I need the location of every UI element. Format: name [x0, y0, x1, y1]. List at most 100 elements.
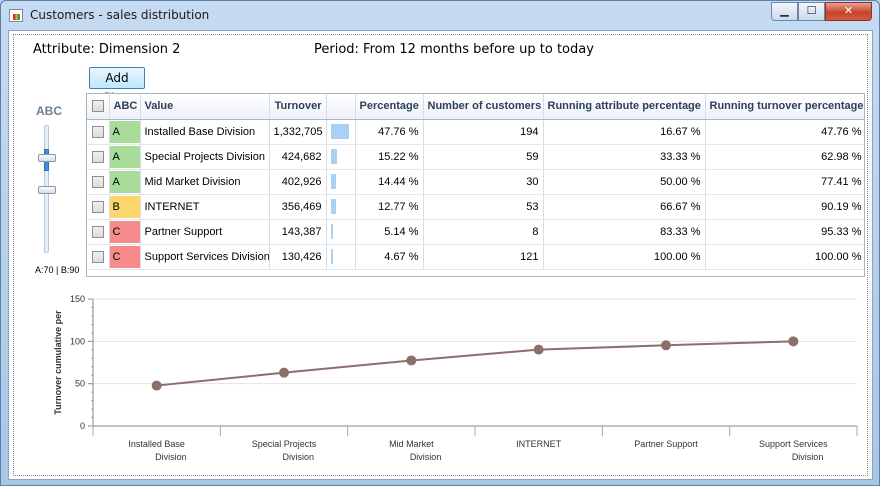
column-header-running-attribute[interactable]: Running attribute percentage	[543, 94, 706, 120]
row-checkbox[interactable]	[91, 175, 104, 188]
row-checkbox[interactable]	[91, 150, 104, 163]
row-select-cell[interactable]	[87, 144, 110, 170]
percentage-cell: 14.44 %	[355, 169, 424, 195]
data-point	[279, 367, 289, 378]
row-checkbox[interactable]	[91, 250, 104, 263]
column-header-value[interactable]: Value	[140, 94, 270, 120]
abc-class-badge: A	[109, 170, 139, 193]
abc-class-badge: B	[109, 195, 139, 218]
row-select-cell[interactable]	[87, 119, 110, 145]
abc-slider-thumb-b[interactable]	[38, 154, 56, 162]
running-attribute-cell: 33.33 %	[543, 144, 706, 170]
percentage-cell: 47.76 %	[355, 119, 424, 145]
app-icon	[9, 9, 23, 22]
running-turnover-cell: 77.41 %	[705, 169, 864, 195]
value-cell: INTERNET	[140, 194, 270, 220]
chart-svg: 0 50 100 150 Installed Base Division Special P…	[53, 294, 858, 462]
abc-slider-readout: A:70 | B:90	[35, 265, 80, 275]
running-attribute-cell: 50.00 %	[543, 169, 706, 195]
x-tick-label: Installed Base	[128, 439, 185, 449]
series-line	[156, 340, 794, 387]
table-row[interactable]: A Mid Market Division 402,926 14.44 % 30 50.0…	[87, 169, 864, 195]
row-select-cell[interactable]	[87, 169, 110, 195]
column-header-customers[interactable]: Number of customers	[423, 94, 544, 120]
turnover-bar	[330, 149, 337, 164]
data-point	[788, 336, 799, 347]
running-turnover-cell: 100.00 %	[705, 244, 864, 270]
x-tick-label: Division	[410, 452, 442, 462]
cumulative-turnover-chart: 0 50 100 150 Installed Base Division Special P…	[49, 289, 869, 469]
add-filter-button[interactable]: Add filter	[89, 67, 145, 105]
running-turnover-cell: 47.76 %	[705, 119, 864, 145]
table-row[interactable]: B INTERNET 356,469 12.77 % 53 66.67 % 90.19 %	[87, 194, 864, 220]
distribution-table: ABC Value Turnover Percentage Number of …	[86, 93, 865, 277]
turnover-cell: 402,926	[269, 169, 327, 195]
title-bar[interactable]: Customers - sales distribution ▁ ☐ ✕	[1, 1, 879, 29]
table-row[interactable]: A Special Projects Division 424,682 15.22 %…	[87, 144, 864, 170]
turnover-bar	[330, 174, 336, 189]
x-tick-label: INTERNET	[516, 439, 562, 449]
column-header-bar[interactable]	[326, 94, 356, 120]
column-header-abc[interactable]: ABC	[109, 94, 141, 120]
value-cell: Partner Support	[140, 219, 270, 245]
x-tick-label: Division	[282, 452, 314, 462]
turnover-bar	[330, 249, 333, 264]
turnover-bar-cell	[326, 119, 356, 145]
column-header-running-turnover[interactable]: Running turnover percentage	[705, 94, 864, 120]
value-cell: Support Services Division	[140, 244, 270, 270]
customers-cell: 59	[423, 144, 544, 170]
select-all-header[interactable]	[87, 94, 110, 120]
running-attribute-cell: 66.67 %	[543, 194, 706, 220]
customers-cell: 194	[423, 119, 544, 145]
turnover-bar-cell	[326, 169, 356, 195]
percentage-cell: 12.77 %	[355, 194, 424, 220]
abc-class-badge: C	[109, 220, 139, 243]
abc-slider-thumb-a[interactable]	[38, 186, 56, 194]
table-row[interactable]: C Partner Support 143,387 5.14 % 8 83.33 % 95.…	[87, 219, 864, 245]
x-tick-label: Division	[792, 452, 824, 462]
row-select-cell[interactable]	[87, 244, 110, 270]
row-select-cell[interactable]	[87, 194, 110, 220]
abc-class-badge: A	[109, 145, 139, 168]
row-checkbox[interactable]	[91, 225, 104, 238]
data-point	[533, 344, 544, 355]
row-checkbox[interactable]	[91, 125, 104, 138]
column-header-percentage[interactable]: Percentage	[355, 94, 424, 120]
running-turnover-cell: 95.33 %	[705, 219, 864, 245]
customers-cell: 121	[423, 244, 544, 270]
abc-class-cell: B	[109, 194, 141, 220]
value-cell: Mid Market Division	[140, 169, 270, 195]
running-turnover-cell: 62.98 %	[705, 144, 864, 170]
table-row[interactable]: A Installed Base Division 1,332,705 47.76 %…	[87, 119, 864, 145]
select-all-checkbox[interactable]	[91, 100, 104, 113]
percentage-cell: 4.67 %	[355, 244, 424, 270]
y-tick-label: 50	[75, 379, 85, 389]
maximize-button[interactable]: ☐	[798, 2, 825, 21]
window-title: Customers - sales distribution	[30, 8, 210, 22]
abc-class-cell: A	[109, 169, 141, 195]
turnover-bar-cell	[326, 194, 356, 220]
app-window: Customers - sales distribution ▁ ☐ ✕ Att…	[0, 0, 880, 486]
table-row[interactable]: C Support Services Division 130,426 4.67 % 1…	[87, 244, 864, 270]
data-point	[151, 380, 162, 391]
turnover-bar-cell	[326, 219, 356, 245]
running-attribute-cell: 100.00 %	[543, 244, 706, 270]
x-tick-label: Special Projects	[252, 439, 317, 449]
row-checkbox[interactable]	[91, 200, 104, 213]
running-turnover-cell: 90.19 %	[705, 194, 864, 220]
turnover-bar	[330, 124, 349, 139]
minimize-button[interactable]: ▁	[771, 2, 798, 21]
y-tick-label: 0	[80, 421, 85, 431]
customers-cell: 53	[423, 194, 544, 220]
abc-class-cell: A	[109, 144, 141, 170]
turnover-cell: 1,332,705	[269, 119, 327, 145]
turnover-cell: 356,469	[269, 194, 327, 220]
x-tick-label: Support Services	[759, 439, 828, 449]
column-header-turnover[interactable]: Turnover	[269, 94, 327, 120]
turnover-cell: 424,682	[269, 144, 327, 170]
abc-slider-title: ABC	[36, 104, 62, 118]
value-cell: Installed Base Division	[140, 119, 270, 145]
customers-cell: 30	[423, 169, 544, 195]
row-select-cell[interactable]	[87, 219, 110, 245]
close-button[interactable]: ✕	[825, 2, 872, 21]
